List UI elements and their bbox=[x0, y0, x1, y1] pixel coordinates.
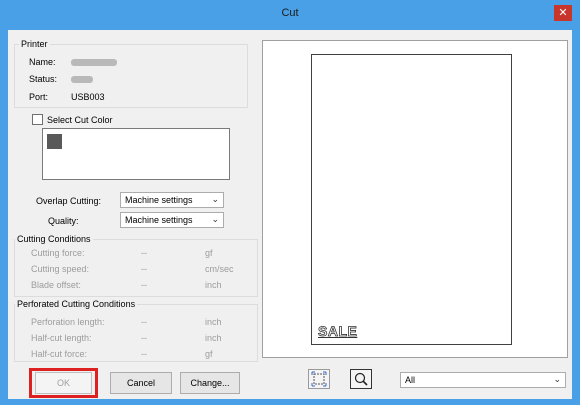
overlap-cutting-select[interactable]: Machine settings ⌄ bbox=[120, 192, 224, 208]
blade-offset-label: Blade offset: bbox=[31, 280, 81, 290]
close-button[interactable]: ✕ bbox=[554, 5, 572, 21]
half-cut-length-unit: inch bbox=[205, 333, 222, 343]
chevron-down-icon: ⌄ bbox=[553, 375, 561, 385]
cut-color-panel bbox=[42, 128, 230, 180]
quality-label: Quality: bbox=[48, 216, 79, 226]
display-range-value: All bbox=[405, 375, 416, 385]
quality-value: Machine settings bbox=[125, 215, 193, 225]
cutting-conditions-label: Cutting Conditions bbox=[15, 234, 93, 245]
perforation-length-unit: inch bbox=[205, 317, 222, 327]
close-icon: ✕ bbox=[558, 6, 568, 19]
perforation-length-label: Perforation length: bbox=[31, 317, 105, 327]
blade-offset-value: -- bbox=[141, 280, 147, 290]
half-cut-force-label: Half-cut force: bbox=[31, 349, 88, 359]
dialog-body: Printer Name: Status: Port: USB003 Selec… bbox=[8, 30, 572, 399]
perforated-conditions-label: Perforated Cutting Conditions bbox=[15, 299, 138, 310]
dialog-window: Cut ✕ Printer Name: Status: Port: USB003… bbox=[0, 0, 580, 405]
quality-select[interactable]: Machine settings ⌄ bbox=[120, 212, 224, 228]
overlap-cutting-value: Machine settings bbox=[125, 195, 193, 205]
chevron-down-icon: ⌄ bbox=[211, 215, 219, 225]
magnifier-icon bbox=[354, 372, 368, 386]
cutting-conditions-group: Cutting Conditions Cutting force: -- gf … bbox=[14, 234, 258, 297]
printer-status-label: Status: bbox=[29, 74, 58, 84]
cut-color-swatch[interactable] bbox=[47, 134, 62, 149]
change-button[interactable]: Change... bbox=[180, 372, 240, 394]
half-cut-length-value: -- bbox=[141, 333, 147, 343]
chevron-down-icon: ⌄ bbox=[211, 195, 219, 205]
printer-port-label: Port: bbox=[29, 92, 49, 102]
printer-status-value bbox=[71, 76, 93, 83]
printer-port-value: USB003 bbox=[71, 92, 105, 102]
title-bar[interactable]: Cut ✕ bbox=[0, 0, 580, 26]
select-cut-color-label[interactable]: Select Cut Color bbox=[47, 115, 113, 126]
cutting-speed-unit: cm/sec bbox=[205, 264, 234, 274]
display-range-select[interactable]: All ⌄ bbox=[400, 372, 566, 388]
printer-name-label: Name: bbox=[29, 57, 56, 67]
cutting-force-label: Cutting force: bbox=[31, 248, 85, 258]
fit-page-icon bbox=[311, 371, 327, 387]
cutting-speed-label: Cutting speed: bbox=[31, 264, 90, 274]
preview-artwork-text: SALE bbox=[318, 323, 358, 340]
cutting-force-value: -- bbox=[141, 248, 147, 258]
window-title: Cut bbox=[281, 7, 299, 19]
overlap-cutting-label: Overlap Cutting: bbox=[36, 196, 102, 206]
printer-group: Printer Name: Status: Port: USB003 bbox=[14, 39, 248, 108]
cutting-force-unit: gf bbox=[205, 248, 213, 258]
preview-page: SALE bbox=[311, 54, 512, 345]
printer-group-label: Printer bbox=[19, 39, 50, 50]
half-cut-force-value: -- bbox=[141, 349, 147, 359]
select-cut-color-checkbox[interactable] bbox=[32, 114, 43, 125]
printer-name-value bbox=[71, 59, 117, 66]
perforated-conditions-group: Perforated Cutting Conditions Perforatio… bbox=[14, 299, 258, 362]
cancel-button[interactable]: Cancel bbox=[110, 372, 172, 394]
half-cut-length-label: Half-cut length: bbox=[31, 333, 92, 343]
half-cut-force-unit: gf bbox=[205, 349, 213, 359]
zoom-button[interactable] bbox=[350, 369, 372, 389]
fit-page-button[interactable] bbox=[308, 369, 330, 389]
perforation-length-value: -- bbox=[141, 317, 147, 327]
ok-button[interactable]: OK bbox=[35, 372, 92, 394]
blade-offset-unit: inch bbox=[205, 280, 222, 290]
cutting-speed-value: -- bbox=[141, 264, 147, 274]
preview-pane[interactable]: SALE bbox=[262, 40, 568, 358]
